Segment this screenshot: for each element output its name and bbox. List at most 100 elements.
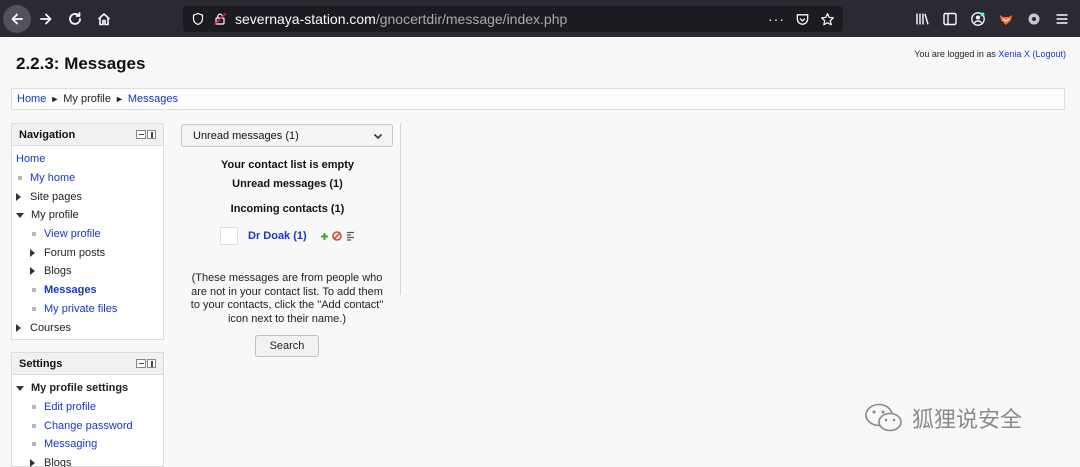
bullet-icon bbox=[32, 232, 36, 237]
dock-block-icon[interactable] bbox=[147, 359, 156, 368]
settings-item[interactable]: Edit profile bbox=[12, 398, 163, 417]
nav-item-label: Site pages bbox=[30, 190, 82, 203]
wechat-logo-icon bbox=[865, 403, 902, 432]
breadcrumb-messages[interactable]: Messages bbox=[128, 93, 178, 105]
settings-block: Settings My profile settings Edit profile… bbox=[11, 352, 164, 467]
message-history-icon[interactable] bbox=[346, 231, 355, 241]
settings-item[interactable]: Messaging bbox=[12, 435, 163, 454]
user-link[interactable]: Xenia X bbox=[998, 49, 1030, 59]
reload-icon bbox=[69, 11, 81, 25]
page-title: 2.2.3: Messages bbox=[16, 54, 146, 73]
bookmark-star-icon[interactable] bbox=[820, 12, 835, 27]
expand-arrow-icon bbox=[30, 267, 35, 276]
login-info: You are logged in as Xenia X (Logout) bbox=[914, 49, 1066, 59]
back-button[interactable] bbox=[3, 4, 31, 33]
message-view-select[interactable]: Unread messages (1) bbox=[181, 124, 393, 147]
nav-item-label[interactable]: Home bbox=[16, 153, 45, 165]
navigation-block-header: Navigation bbox=[12, 124, 163, 146]
bullet-icon bbox=[32, 423, 36, 428]
arrow-left-icon bbox=[11, 13, 23, 24]
settings-tree: My profile settings Edit profile Change pa… bbox=[12, 375, 163, 467]
settings-item[interactable]: Blogs bbox=[12, 454, 163, 467]
url-bar[interactable]: severnaya-station.com/gnocertdir/message… bbox=[183, 6, 843, 32]
home-button[interactable] bbox=[90, 5, 118, 33]
dock-block-icon[interactable] bbox=[147, 130, 156, 139]
settings-item-label[interactable]: Change password bbox=[44, 420, 133, 432]
contact-name-link[interactable]: Dr Doak (1) bbox=[248, 230, 307, 242]
nav-item[interactable]: Home bbox=[12, 150, 163, 169]
add-contact-icon[interactable] bbox=[320, 232, 329, 241]
nav-item-label: Courses bbox=[30, 321, 71, 334]
unread-heading: Unread messages (1) bbox=[232, 178, 343, 190]
arrow-right-icon bbox=[40, 13, 52, 24]
contacts-info-text: (These messages are from people who are … bbox=[190, 272, 384, 325]
nav-item[interactable]: My profile bbox=[12, 206, 163, 225]
nav-item-label[interactable]: Messages bbox=[44, 284, 97, 296]
nav-item[interactable]: Messages bbox=[12, 281, 163, 300]
navigation-block: Navigation Home My home Site pages My profi… bbox=[11, 123, 164, 340]
settings-item-label[interactable]: Edit profile bbox=[44, 401, 96, 413]
breadcrumb-my-profile: My profile bbox=[63, 93, 111, 105]
nav-item[interactable]: My home bbox=[12, 169, 163, 188]
nav-item-label[interactable]: My home bbox=[30, 172, 75, 184]
nav-item-label: Blogs bbox=[44, 265, 72, 278]
extension-gear-icon[interactable] bbox=[1026, 11, 1042, 27]
nav-item[interactable]: My private files bbox=[12, 300, 163, 319]
account-icon[interactable] bbox=[970, 11, 986, 27]
bullet-icon bbox=[32, 288, 36, 293]
settings-item-label: My profile settings bbox=[31, 382, 129, 395]
pocket-icon[interactable] bbox=[795, 12, 810, 27]
incoming-contacts-heading: Incoming contacts (1) bbox=[230, 203, 345, 215]
search-button[interactable]: Search bbox=[255, 335, 319, 357]
reload-button[interactable] bbox=[61, 5, 89, 33]
nav-item[interactable]: Forum posts bbox=[12, 243, 163, 262]
login-prefix: You are logged in as bbox=[914, 49, 999, 59]
insecure-lock-icon[interactable] bbox=[213, 12, 227, 26]
expand-arrow-icon bbox=[30, 459, 35, 467]
navigation-block-controls[interactable] bbox=[136, 130, 156, 139]
nav-item-label: My profile bbox=[31, 209, 79, 222]
message-view-select-value: Unread messages (1) bbox=[193, 129, 299, 142]
settings-item-label[interactable]: Messaging bbox=[44, 438, 97, 450]
expand-arrow-icon bbox=[30, 248, 35, 257]
collapse-block-icon[interactable] bbox=[136, 359, 146, 368]
shield-icon[interactable] bbox=[191, 12, 205, 26]
collapse-arrow-icon bbox=[16, 385, 24, 391]
collapse-arrow-icon bbox=[16, 212, 24, 218]
breadcrumb-separator: ► bbox=[114, 94, 124, 104]
extension-fox-icon[interactable] bbox=[998, 11, 1014, 27]
settings-item-label: Blogs bbox=[44, 457, 72, 467]
nav-item-label: Forum posts bbox=[44, 246, 106, 259]
breadcrumb: Home ► My profile ► Messages bbox=[11, 88, 1065, 110]
home-icon bbox=[97, 12, 111, 25]
menu-icon[interactable] bbox=[1054, 11, 1070, 27]
url-text[interactable]: severnaya-station.com/gnocertdir/message… bbox=[235, 11, 567, 27]
nav-item-label[interactable]: View profile bbox=[44, 228, 101, 240]
nav-item-label[interactable]: My private files bbox=[44, 303, 117, 315]
collapse-block-icon[interactable] bbox=[136, 130, 146, 139]
watermark: 狐狸说安全 bbox=[864, 402, 1022, 434]
settings-block-title: Settings bbox=[19, 357, 63, 370]
sidebar-icon[interactable] bbox=[942, 11, 958, 27]
navigation-tree: Home My home Site pages My profile View prof… bbox=[12, 146, 163, 337]
nav-item[interactable]: View profile bbox=[12, 225, 163, 244]
nav-item[interactable]: Site pages bbox=[12, 187, 163, 206]
block-contact-icon[interactable] bbox=[331, 231, 342, 241]
breadcrumb-separator: ► bbox=[50, 94, 60, 104]
nav-item[interactable]: Courses bbox=[12, 318, 163, 337]
forward-button[interactable] bbox=[32, 5, 60, 33]
bullet-icon bbox=[18, 176, 22, 181]
navigation-block-title: Navigation bbox=[19, 128, 76, 141]
settings-item[interactable]: Change password bbox=[12, 416, 163, 435]
breadcrumb-home[interactable]: Home bbox=[17, 93, 46, 105]
settings-item[interactable]: My profile settings bbox=[12, 379, 163, 398]
logout-link[interactable]: (Logout) bbox=[1032, 49, 1066, 59]
avatar[interactable] bbox=[220, 227, 238, 245]
settings-block-controls[interactable] bbox=[136, 359, 156, 368]
nav-item[interactable]: Blogs bbox=[12, 262, 163, 281]
library-icon[interactable] bbox=[914, 11, 930, 27]
url-path: /gnocertdir/message/index.php bbox=[375, 11, 568, 27]
expand-arrow-icon bbox=[16, 192, 21, 201]
watermark-text: 狐狸说安全 bbox=[912, 408, 1023, 433]
more-actions-icon[interactable]: ··· bbox=[768, 11, 785, 27]
